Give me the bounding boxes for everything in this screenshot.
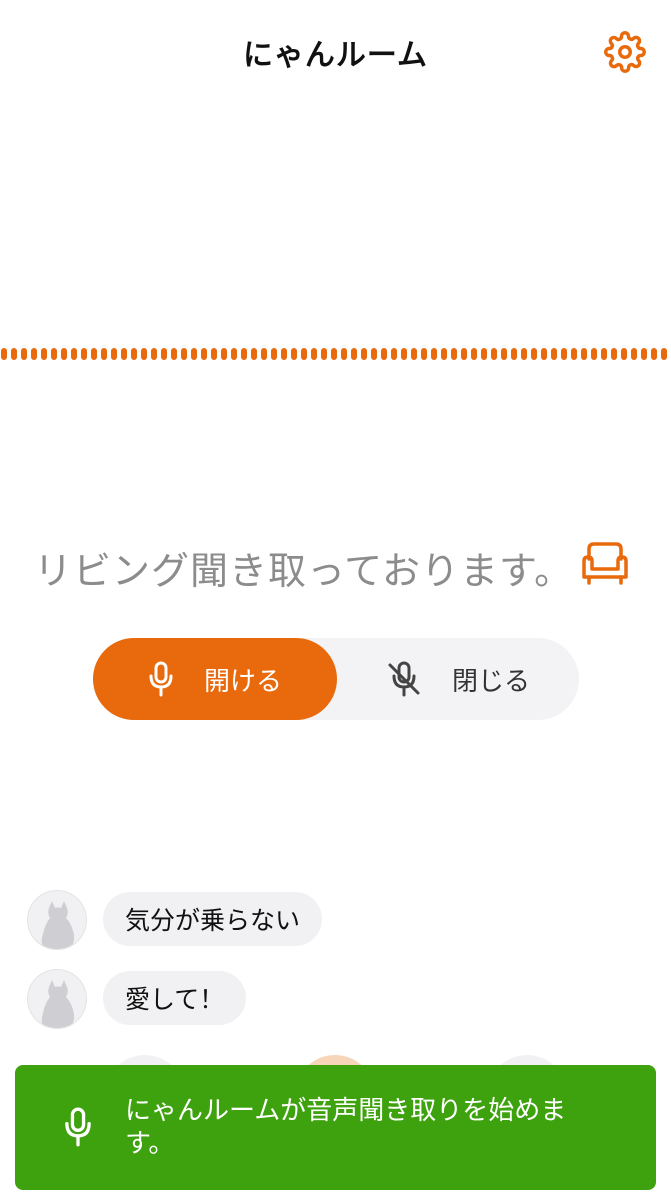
listening-status: リビング聞き取っております。 bbox=[0, 535, 671, 595]
gear-icon bbox=[604, 31, 646, 73]
cat-silhouette-icon bbox=[41, 901, 75, 949]
sofa-icon bbox=[582, 542, 628, 585]
app-header: にゃんルーム bbox=[0, 0, 671, 100]
toast-message: にゃんルームが音声聞き取りを始めます。 bbox=[125, 1096, 567, 1159]
page-title: にゃんルーム bbox=[242, 38, 429, 73]
mic-toggle: 開ける 閉じる bbox=[93, 638, 579, 720]
close-button[interactable]: 閉じる bbox=[337, 638, 579, 720]
open-button[interactable]: 開ける bbox=[93, 638, 337, 720]
microphone-icon bbox=[149, 661, 173, 697]
close-label: 閉じる bbox=[451, 666, 530, 697]
settings-button[interactable] bbox=[603, 30, 647, 74]
toast-notification: にゃんルームが音声聞き取りを始めます。 bbox=[15, 1065, 656, 1190]
microphone-off-icon bbox=[388, 661, 420, 697]
message-bubble: 愛して！ bbox=[103, 971, 247, 1025]
audio-level-indicator bbox=[0, 346, 671, 360]
microphone-icon bbox=[65, 1107, 91, 1147]
cat-silhouette-icon bbox=[41, 980, 75, 1028]
message-bubble: 気分が乗らない bbox=[103, 892, 323, 946]
open-label: 開ける bbox=[203, 666, 282, 697]
status-text: リビング聞き取っております。 bbox=[34, 549, 574, 593]
avatar bbox=[27, 890, 87, 950]
room-button[interactable] bbox=[580, 539, 630, 587]
avatar bbox=[27, 969, 87, 1029]
